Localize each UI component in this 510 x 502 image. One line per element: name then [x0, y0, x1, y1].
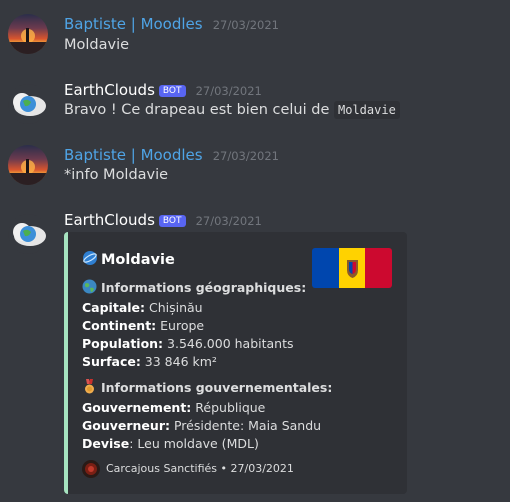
timestamp: 27/03/2021	[195, 214, 262, 228]
user-avatar[interactable]	[8, 145, 48, 185]
message-text: *info Moldavie	[64, 167, 169, 183]
population-label: Population:	[82, 336, 164, 351]
globe-icon	[82, 279, 97, 294]
blue-planet-icon	[83, 251, 97, 265]
user-avatar[interactable]	[8, 14, 48, 54]
surface-row: Surface: 33 846 km²	[82, 354, 217, 369]
bot-avatar[interactable]	[8, 214, 48, 254]
timestamp: 27/03/2021	[212, 149, 279, 163]
capital-row: Capitale: Chișinău	[82, 300, 203, 315]
gov-section-header: Informations gouvernementales:	[82, 379, 332, 395]
footer-text: Carcajous Sanctifiés • 27/03/2021	[106, 462, 294, 475]
continent-value: Europe	[156, 318, 205, 333]
government-row: Gouvernement: République	[82, 400, 265, 415]
message: EarthClouds BOT 27/03/2021 Bravo ! Ce dra…	[0, 80, 510, 130]
governor-row: Gouverneur: Présidente: Maia Sandu	[82, 418, 321, 433]
population-value: 3.546.000 habitants	[163, 336, 294, 351]
continent-label: Continent:	[82, 318, 157, 333]
surface-label: Surface:	[82, 354, 141, 369]
currency-row: Devise: Leu moldave (MDL)	[82, 436, 259, 451]
message: Baptiste | Moodles 27/03/2021 *info Mold…	[0, 145, 510, 195]
population-row: Population: 3.546.000 habitants	[82, 336, 294, 351]
server-avatar-icon	[82, 460, 100, 478]
timestamp: 27/03/2021	[212, 18, 279, 32]
timestamp: 27/03/2021	[195, 84, 262, 98]
capital-label: Capitale:	[82, 300, 146, 315]
username[interactable]: EarthClouds	[64, 211, 155, 229]
embed-title-text: Moldavie	[101, 252, 175, 268]
embed-footer: Carcajous Sanctifiés • 27/03/2021	[82, 460, 294, 478]
bot-tag: BOT	[158, 85, 186, 97]
currency-value: : Leu moldave (MDL)	[129, 436, 259, 451]
surface-value: 33 846 km²	[140, 354, 217, 369]
bot-tag: BOT	[158, 215, 186, 227]
moldova-flag	[312, 248, 392, 288]
coat-of-arms-icon	[346, 260, 358, 278]
inline-code: Moldavie	[334, 101, 400, 119]
message-text: Bravo ! Ce drapeau est bien celui de Mol…	[64, 101, 400, 119]
medal-icon	[85, 379, 94, 394]
government-label: Gouvernement:	[82, 400, 192, 415]
geo-header-text: Informations géographiques:	[101, 280, 307, 295]
governor-value: Présidente: Maia Sandu	[169, 418, 322, 433]
message: Baptiste | Moodles 27/03/2021 Moldavie	[0, 14, 510, 64]
embed-title: Moldavie	[82, 250, 175, 268]
info-embed: Moldavie Informations géographiques: Cap…	[64, 232, 407, 494]
currency-label: Devise	[82, 436, 130, 451]
message: EarthClouds BOT 27/03/2021	[0, 210, 510, 254]
geo-section-header: Informations géographiques:	[82, 279, 306, 295]
governor-label: Gouverneur:	[82, 418, 170, 433]
message-text: Moldavie	[64, 37, 130, 53]
bot-avatar[interactable]	[8, 84, 48, 124]
username[interactable]: Baptiste | Moodles	[64, 15, 203, 33]
capital-value: Chișinău	[145, 300, 203, 315]
username[interactable]: EarthClouds	[64, 81, 155, 99]
username[interactable]: Baptiste | Moodles	[64, 146, 203, 164]
message-text-plain: Bravo ! Ce drapeau est bien celui de	[64, 102, 334, 118]
continent-row: Continent: Europe	[82, 318, 204, 333]
government-value: République	[191, 400, 266, 415]
gov-header-text: Informations gouvernementales:	[101, 380, 333, 395]
